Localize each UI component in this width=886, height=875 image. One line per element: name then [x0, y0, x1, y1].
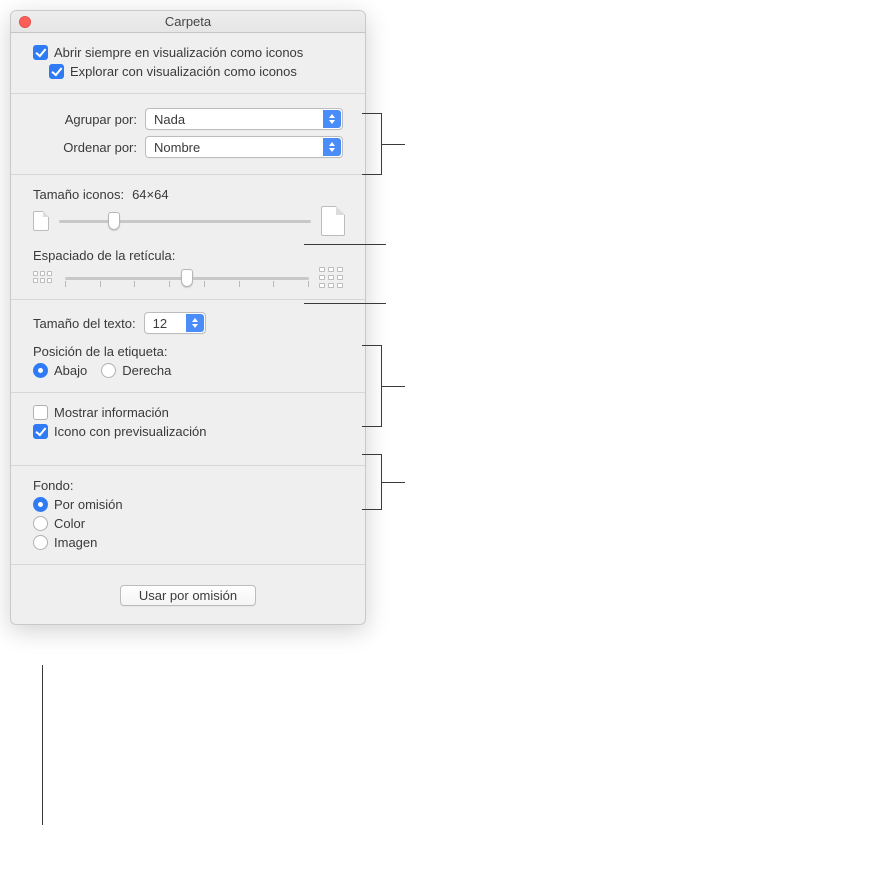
tight-grid-icon — [33, 271, 55, 285]
footer-section: Usar por omisión — [11, 565, 365, 624]
icon-size-label: Tamaño iconos: — [33, 187, 124, 202]
view-options-window: Carpeta Abrir siempre en visualización c… — [10, 10, 366, 625]
group-by-value: Nada — [154, 112, 185, 127]
callout-bracket — [362, 454, 382, 510]
background-color-radio[interactable] — [33, 516, 48, 531]
text-size-label: Tamaño del texto: — [33, 316, 136, 331]
info-section: Mostrar información Icono con previsuali… — [11, 393, 365, 466]
arrange-section: Agrupar por: Nada Ordenar por: Nombre — [11, 94, 365, 175]
text-size-value: 12 — [153, 316, 167, 331]
grid-spacing-label: Espaciado de la retícula: — [33, 248, 175, 263]
icon-size-value: 64×64 — [132, 187, 169, 202]
updown-icon — [186, 314, 204, 332]
label-position-label: Posición de la etiqueta: — [33, 344, 167, 359]
callout-bracket — [362, 345, 382, 427]
label-bottom-radio[interactable] — [33, 363, 48, 378]
label-right-text: Derecha — [122, 363, 171, 378]
background-heading: Fondo: — [33, 478, 73, 493]
small-document-icon — [33, 211, 49, 231]
show-info-label: Mostrar información — [54, 405, 169, 420]
icon-preview-checkbox[interactable] — [33, 424, 48, 439]
updown-icon — [323, 138, 341, 156]
sort-by-value: Nombre — [154, 140, 200, 155]
callout-line — [42, 665, 43, 825]
background-image-radio[interactable] — [33, 535, 48, 550]
label-right-radio[interactable] — [101, 363, 116, 378]
group-by-popup[interactable]: Nada — [145, 108, 343, 130]
always-open-checkbox[interactable] — [33, 45, 48, 60]
updown-icon — [323, 110, 341, 128]
callout-bracket — [362, 113, 382, 175]
large-document-icon — [321, 206, 345, 236]
loose-grid-icon — [319, 267, 345, 289]
group-by-label: Agrupar por: — [33, 112, 145, 127]
label-bottom-text: Abajo — [54, 363, 87, 378]
background-section: Fondo: Por omisión Color Imagen — [11, 466, 365, 565]
icon-size-section: Tamaño iconos: 64×64 Espaciado de la ret… — [11, 175, 365, 300]
callout-line — [304, 244, 386, 245]
background-default-radio[interactable] — [33, 497, 48, 512]
background-image-label: Imagen — [54, 535, 97, 550]
close-window-button[interactable] — [19, 16, 31, 28]
browse-label: Explorar con visualización como iconos — [70, 64, 297, 79]
callout-line — [304, 303, 386, 304]
sort-by-label: Ordenar por: — [33, 140, 145, 155]
window-title: Carpeta — [165, 14, 211, 29]
icon-preview-label: Icono con previsualización — [54, 424, 206, 439]
text-section: Tamaño del texto: 12 Posición de la etiq… — [11, 300, 365, 393]
use-as-defaults-button[interactable]: Usar por omisión — [120, 585, 256, 606]
titlebar: Carpeta — [11, 11, 365, 33]
show-info-checkbox[interactable] — [33, 405, 48, 420]
grid-spacing-slider[interactable] — [65, 268, 309, 288]
browse-checkbox[interactable] — [49, 64, 64, 79]
sort-by-popup[interactable]: Nombre — [145, 136, 343, 158]
always-open-label: Abrir siempre en visualización como icon… — [54, 45, 303, 60]
open-mode-section: Abrir siempre en visualización como icon… — [11, 33, 365, 94]
background-default-label: Por omisión — [54, 497, 123, 512]
background-color-label: Color — [54, 516, 85, 531]
icon-size-slider[interactable] — [59, 211, 311, 231]
text-size-popup[interactable]: 12 — [144, 312, 206, 334]
